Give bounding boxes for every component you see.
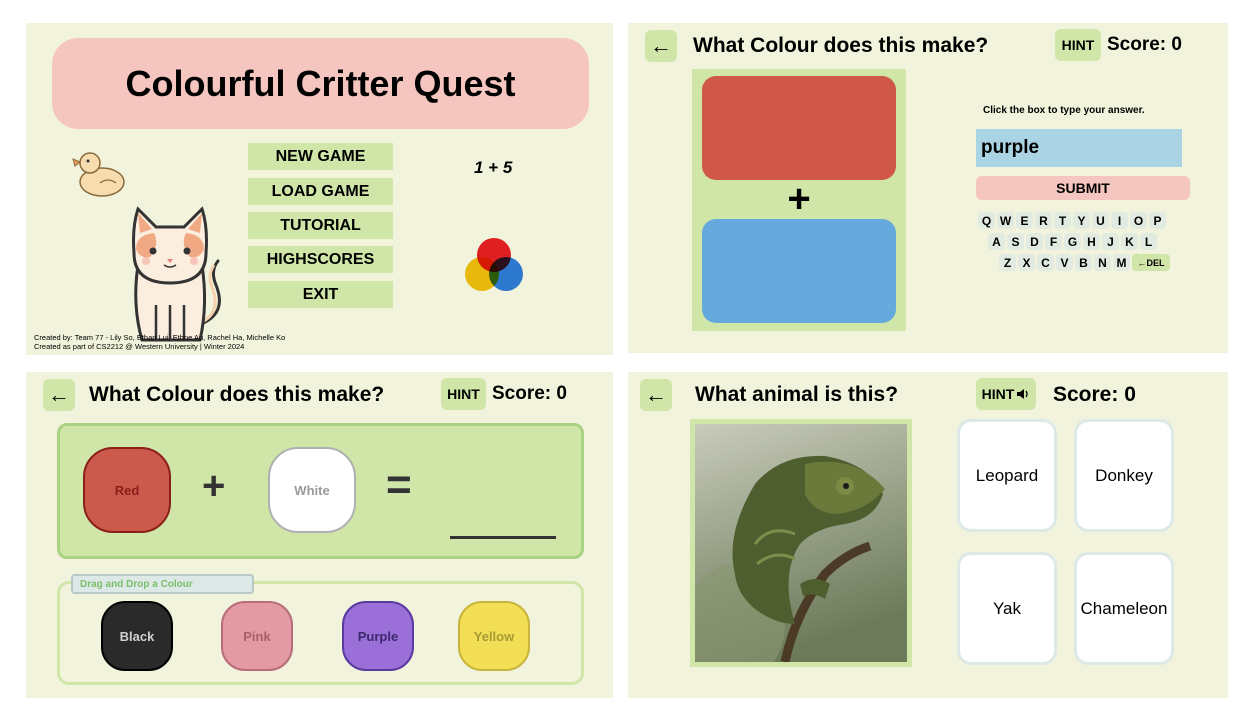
key-u[interactable]: U: [1092, 212, 1109, 229]
hint-button[interactable]: HINT: [1055, 29, 1101, 61]
plus-sign: +: [787, 177, 811, 221]
key-h[interactable]: H: [1083, 233, 1100, 250]
chameleon-image: [695, 424, 907, 662]
red-colour-chip: Red: [83, 447, 171, 533]
yellow-colour-option[interactable]: Yellow: [458, 601, 530, 671]
score-display: Score: 0: [1107, 34, 1182, 55]
key-s[interactable]: S: [1007, 233, 1024, 250]
score-display: Score: 0: [1053, 383, 1136, 406]
key-a[interactable]: A: [988, 233, 1005, 250]
game-title: Colourful Critter Quest: [125, 62, 516, 104]
white-colour-chip: White: [268, 447, 356, 533]
tutorial-button[interactable]: TUTORIAL: [248, 212, 393, 239]
colour-card: +: [692, 69, 906, 331]
key-b[interactable]: B: [1075, 254, 1092, 271]
key-n[interactable]: N: [1094, 254, 1111, 271]
option-donkey[interactable]: Donkey: [1074, 419, 1174, 532]
key-z[interactable]: Z: [999, 254, 1016, 271]
black-colour-option[interactable]: Black: [101, 601, 173, 671]
key-c[interactable]: C: [1037, 254, 1054, 271]
credits-line-2: Created as part of CS2212 @ Western Univ…: [34, 342, 245, 351]
delete-key[interactable]: ←DEL: [1132, 254, 1170, 271]
highscores-button[interactable]: HIGHSCORES: [248, 246, 393, 273]
bottom-colour-swatch: [702, 219, 896, 323]
key-p[interactable]: P: [1149, 212, 1166, 229]
key-m[interactable]: M: [1113, 254, 1130, 271]
animal-image-frame: [690, 419, 912, 667]
key-r[interactable]: R: [1035, 212, 1052, 229]
key-l[interactable]: L: [1140, 233, 1157, 250]
key-w[interactable]: W: [997, 212, 1014, 229]
math-expression: 1 + 5: [474, 158, 513, 177]
key-y[interactable]: Y: [1073, 212, 1090, 229]
answer-instruction: Click the box to type your answer.: [983, 105, 1145, 116]
key-d[interactable]: D: [1026, 233, 1043, 250]
back-button[interactable]: ←: [640, 379, 672, 411]
key-g[interactable]: G: [1064, 233, 1081, 250]
answer-drop-line[interactable]: [450, 536, 556, 539]
hint-button[interactable]: HINT: [441, 378, 486, 410]
key-i[interactable]: I: [1111, 212, 1128, 229]
pink-colour-option[interactable]: Pink: [221, 601, 293, 671]
exit-button[interactable]: EXIT: [248, 281, 393, 308]
main-menu-panel: Colourful Critter Quest NEW GAME LOAD GA…: [26, 23, 613, 355]
speaker-icon: [1017, 389, 1028, 399]
equation-box: Red + White =: [57, 423, 584, 559]
cat-icon: [132, 206, 221, 342]
key-x[interactable]: X: [1018, 254, 1035, 271]
keyboard-row-2: A S D F G H J K L: [988, 233, 1159, 250]
key-t[interactable]: T: [1054, 212, 1071, 229]
key-o[interactable]: O: [1130, 212, 1147, 229]
animal-question-panel: ← What animal is this? HINT Score: 0 Leo…: [628, 372, 1228, 698]
purple-colour-option[interactable]: Purple: [342, 601, 414, 671]
equals-sign: =: [386, 460, 412, 509]
top-colour-swatch: [702, 76, 896, 180]
key-v[interactable]: V: [1056, 254, 1073, 271]
colour-mixing-icon: [465, 238, 523, 291]
drag-area-label: Drag and Drop a Colour: [71, 574, 254, 594]
question-title: What animal is this?: [695, 383, 899, 406]
key-k[interactable]: K: [1121, 233, 1138, 250]
game-title-banner: Colourful Critter Quest: [52, 38, 589, 129]
score-display: Score: 0: [492, 383, 567, 404]
keyboard-row-3: Z X C V B N M ←DEL: [999, 254, 1172, 271]
back-button[interactable]: ←: [43, 379, 75, 411]
option-chameleon[interactable]: Chameleon: [1074, 552, 1174, 665]
submit-button[interactable]: SUBMIT: [976, 176, 1190, 200]
option-yak[interactable]: Yak: [957, 552, 1057, 665]
keyboard-row-1: Q W E R T Y U I O P: [978, 212, 1168, 229]
key-e[interactable]: E: [1016, 212, 1033, 229]
hint-label: HINT: [981, 386, 1015, 402]
credits-line-1: Created by: Team 77 - Lily So, Ethan Lui…: [34, 333, 286, 342]
hint-button[interactable]: HINT: [976, 378, 1036, 410]
option-leopard[interactable]: Leopard: [957, 419, 1057, 532]
key-j[interactable]: J: [1102, 233, 1119, 250]
key-f[interactable]: F: [1045, 233, 1062, 250]
plus-sign: +: [202, 464, 226, 508]
answer-input[interactable]: purple: [976, 129, 1182, 167]
question-title: What Colour does this make?: [693, 34, 989, 57]
question-title: What Colour does this make?: [89, 383, 385, 406]
colour-drag-panel: ← What Colour does this make? HINT Score…: [26, 372, 613, 698]
duck-icon: [72, 152, 125, 197]
load-game-button[interactable]: LOAD GAME: [248, 178, 393, 205]
colour-typing-panel: ← What Colour does this make? HINT Score…: [628, 23, 1228, 353]
new-game-button[interactable]: NEW GAME: [248, 143, 393, 170]
back-button[interactable]: ←: [645, 30, 677, 62]
key-q[interactable]: Q: [978, 212, 995, 229]
